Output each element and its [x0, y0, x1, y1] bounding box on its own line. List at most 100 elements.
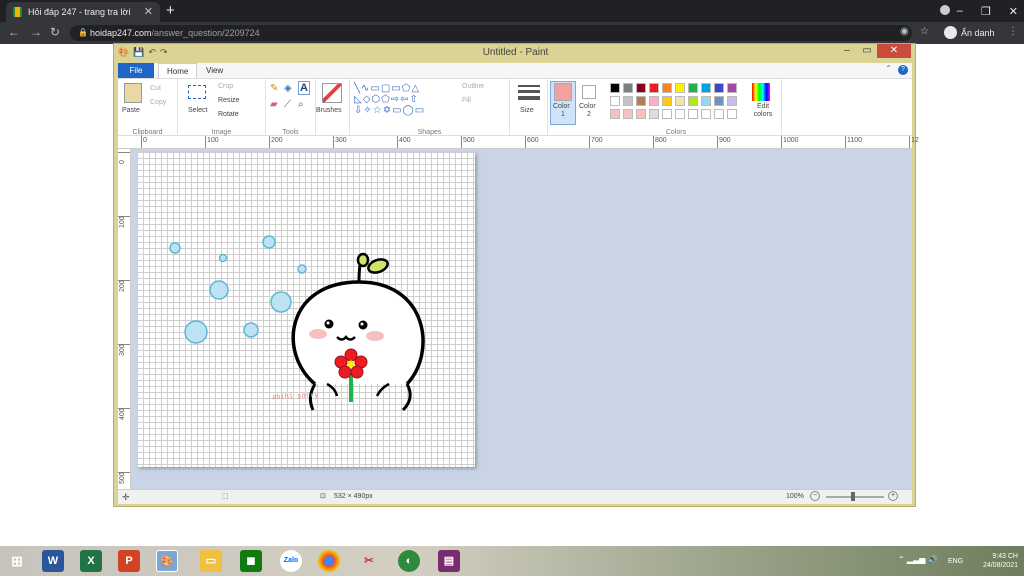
- address-bar[interactable]: 🔒 hoidap247.com/answer_question/2209724: [70, 25, 912, 41]
- palette-swatch[interactable]: [636, 96, 646, 106]
- paint-taskbar-icon[interactable]: 🎨: [156, 550, 178, 572]
- palette-swatch[interactable]: [636, 109, 646, 119]
- word-icon[interactable]: W: [42, 550, 64, 572]
- powerpoint-icon[interactable]: P: [118, 550, 140, 572]
- palette-swatch[interactable]: [636, 83, 646, 93]
- paint-maximize-button[interactable]: ▭: [857, 44, 877, 58]
- tab-home[interactable]: Home: [158, 63, 198, 78]
- zoom-out-button[interactable]: −: [810, 491, 820, 501]
- palette-swatch[interactable]: [623, 96, 633, 106]
- palette-swatch[interactable]: [727, 83, 737, 93]
- copy-button[interactable]: Copy: [150, 99, 166, 106]
- palette-swatch[interactable]: [675, 83, 685, 93]
- palette-swatch[interactable]: [727, 109, 737, 119]
- new-tab-button[interactable]: +: [166, 2, 175, 19]
- minimize-button[interactable]: –: [957, 5, 963, 17]
- palette-swatch[interactable]: [610, 83, 620, 93]
- collapse-ribbon-icon[interactable]: ⌃: [885, 64, 892, 73]
- incognito-profile[interactable]: Ẩn danh: [944, 26, 995, 39]
- outline-button[interactable]: Outline: [462, 83, 484, 90]
- winrar-icon[interactable]: ▤: [438, 550, 460, 572]
- magnifier-icon[interactable]: ⌕: [298, 99, 304, 110]
- palette-swatch[interactable]: [610, 96, 620, 106]
- brush-icon[interactable]: [322, 83, 342, 103]
- palette-swatch[interactable]: [701, 96, 711, 106]
- brushes-button[interactable]: Brushes: [316, 107, 342, 114]
- palette-swatch[interactable]: [623, 83, 633, 93]
- size-button[interactable]: Size: [520, 107, 534, 114]
- chrome-taskbar-icon[interactable]: [318, 550, 340, 572]
- palette-swatch[interactable]: [662, 109, 672, 119]
- menu-dots-icon[interactable]: ⋮: [1008, 26, 1018, 37]
- paint-minimize-button[interactable]: –: [837, 44, 857, 58]
- tab-close-icon[interactable]: ✕: [144, 2, 153, 22]
- palette-swatch[interactable]: [675, 96, 685, 106]
- paste-button[interactable]: Paste: [122, 107, 140, 114]
- drawing-canvas[interactable]: ahihi sorry: [137, 152, 475, 467]
- palette-swatch[interactable]: [675, 109, 685, 119]
- fill-button[interactable]: Fill: [462, 97, 471, 104]
- palette-swatch[interactable]: [610, 109, 620, 119]
- crop-button[interactable]: Crop: [218, 83, 233, 90]
- reload-icon[interactable]: ↻: [50, 25, 60, 39]
- palette-swatch[interactable]: [701, 109, 711, 119]
- palette-swatch[interactable]: [727, 96, 737, 106]
- palette-swatch[interactable]: [714, 96, 724, 106]
- zalo-icon[interactable]: Zalo: [280, 550, 302, 572]
- file-explorer-icon[interactable]: ▭: [200, 550, 222, 572]
- palette-swatch[interactable]: [688, 96, 698, 106]
- close-window-button[interactable]: ✕: [1009, 5, 1018, 18]
- palette-swatch[interactable]: [649, 96, 659, 106]
- select-icon[interactable]: [188, 85, 206, 99]
- palette-swatch[interactable]: [623, 109, 633, 119]
- cut-button[interactable]: Cut: [150, 85, 161, 92]
- profile-icon[interactable]: [940, 5, 950, 15]
- back-icon[interactable]: ←: [8, 25, 20, 39]
- paste-icon[interactable]: [124, 83, 142, 103]
- eraser-icon[interactable]: ▰: [270, 99, 278, 110]
- color2-swatch[interactable]: [582, 85, 596, 99]
- zoom-in-button[interactable]: +: [888, 491, 898, 501]
- store-icon[interactable]: ◼: [240, 550, 262, 572]
- rotate-button[interactable]: Rotate: [218, 111, 239, 118]
- tab-file[interactable]: File: [118, 63, 154, 78]
- palette-swatch[interactable]: [688, 83, 698, 93]
- incognito-eye-icon[interactable]: ◉: [900, 26, 909, 37]
- palette-swatch[interactable]: [688, 109, 698, 119]
- zoom-slider-track[interactable]: [826, 496, 884, 498]
- palette-swatch[interactable]: [649, 109, 659, 119]
- edit-colors-button[interactable]: Edit colors: [750, 103, 776, 119]
- maximize-button[interactable]: ❐: [981, 5, 991, 18]
- text-tool-icon[interactable]: A: [298, 81, 310, 95]
- forward-icon[interactable]: →: [30, 25, 42, 39]
- clock[interactable]: 9:43 CH 24/08/2021: [983, 552, 1018, 570]
- color-picker-icon[interactable]: ⟋: [284, 99, 291, 110]
- snipping-tool-icon[interactable]: ✂: [358, 550, 380, 572]
- edit-colors-icon[interactable]: [752, 83, 770, 101]
- tab-view[interactable]: View: [198, 63, 231, 78]
- greenshot-icon[interactable]: ◐: [398, 550, 420, 572]
- resize-button[interactable]: Resize: [218, 97, 239, 104]
- help-icon[interactable]: ?: [898, 65, 908, 75]
- palette-swatch[interactable]: [701, 83, 711, 93]
- bookmark-star-icon[interactable]: ☆: [920, 26, 929, 37]
- palette-swatch[interactable]: [662, 96, 672, 106]
- shapes-gallery[interactable]: ╲∿▭▢▭⬠△ ◺◇⬡⬠⇨⇦⇧ ⇩✧☆✡▭◯▭: [354, 83, 446, 116]
- palette-swatch[interactable]: [649, 83, 659, 93]
- palette-swatch[interactable]: [714, 83, 724, 93]
- zoom-slider-thumb[interactable]: [851, 492, 855, 501]
- fill-bucket-icon[interactable]: ◈: [284, 83, 292, 94]
- tools-label: Tools: [282, 129, 299, 136]
- palette-swatch[interactable]: [662, 83, 672, 93]
- size-lines-icon[interactable]: [518, 85, 540, 103]
- pencil-icon[interactable]: ✎: [270, 83, 278, 94]
- language-indicator[interactable]: ENG: [948, 558, 963, 565]
- paint-close-button[interactable]: ✕: [877, 44, 911, 58]
- tray-icons[interactable]: ⌃ ▂▃▅ 🔊: [898, 555, 938, 564]
- excel-icon[interactable]: X: [80, 550, 102, 572]
- windows-start-icon[interactable]: ⊞: [6, 550, 28, 572]
- ruler-tick: [118, 152, 130, 153]
- palette-swatch[interactable]: [714, 109, 724, 119]
- browser-tab[interactable]: Hỏi đáp 247 - trang tra lời ✕: [6, 2, 160, 22]
- select-button[interactable]: Select: [188, 107, 207, 114]
